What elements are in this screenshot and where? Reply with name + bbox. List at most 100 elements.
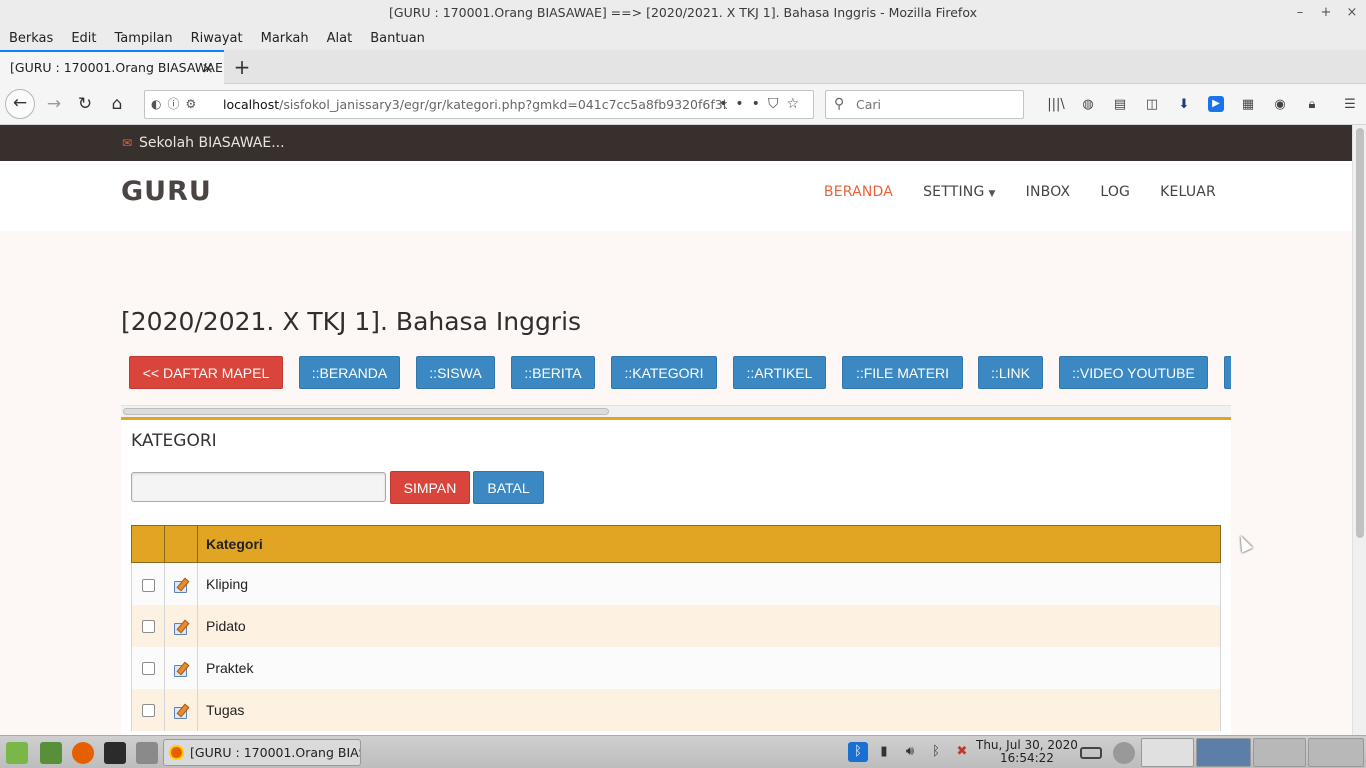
nav-log[interactable]: LOG <box>1100 184 1130 200</box>
edit-icon[interactable] <box>173 578 189 593</box>
berita-button[interactable]: ::BERITA <box>511 356 595 389</box>
account-icon[interactable]: ◉ <box>1264 97 1296 112</box>
video-youtube-button[interactable]: ::VIDEO YOUTUBE <box>1059 356 1208 389</box>
site-logo[interactable]: GURU <box>121 176 212 207</box>
kategori-table: Kategori Kliping Pidato Praktek Tugas <box>131 525 1221 731</box>
nav-setting[interactable]: SETTING ▼ <box>923 184 996 200</box>
menu-bantuan[interactable]: Bantuan <box>370 31 425 46</box>
url-bar[interactable]: ◐ⓘ⚙ localhost/sisfokol_janissary3/egr/gr… <box>144 90 814 119</box>
page-content: [2020/2021. X TKJ 1]. Bahasa Inggris << … <box>0 231 1352 735</box>
tab-close-icon[interactable]: × <box>201 52 214 84</box>
pocket-icon[interactable]: ⛉ <box>768 96 787 112</box>
close-icon[interactable]: × <box>1346 0 1358 26</box>
kategori-panel: KATEGORI SIMPAN BATAL Kategori Kliping P… <box>121 417 1231 735</box>
zoom-icon[interactable]: ▶ <box>1208 96 1224 112</box>
table-row: Kliping <box>131 562 1221 605</box>
menu-berkas[interactable]: Berkas <box>9 31 53 46</box>
globe-icon[interactable]: ◍ <box>1072 97 1104 112</box>
url-actions: •••⛉☆ <box>719 91 807 118</box>
reader-icon[interactable]: ▤ <box>1104 97 1136 112</box>
lock-icon[interactable]: 🔒︎ <box>1296 97 1328 112</box>
beranda-button[interactable]: ::BERANDA <box>299 356 400 389</box>
workspace-4[interactable] <box>1308 738 1364 767</box>
clock[interactable]: Thu, Jul 30, 2020 16:54:22 <box>976 739 1078 765</box>
vertical-scrollbar[interactable] <box>1352 125 1366 735</box>
maximize-icon[interactable]: + <box>1320 0 1332 26</box>
main-nav: BERANDA SETTING ▼ INBOX LOG KELUAR <box>794 161 1216 223</box>
network-icon[interactable]: ▮ <box>874 742 894 762</box>
user-icon[interactable] <box>1113 742 1135 764</box>
menu-markah[interactable]: Markah <box>261 31 309 46</box>
volume-icon[interactable]: 🔊︎ <box>900 742 920 762</box>
file-materi-button[interactable]: ::FILE MATERI <box>842 356 963 389</box>
simpan-button[interactable]: SIMPAN <box>390 471 470 504</box>
minimize-icon[interactable]: – <box>1294 0 1306 26</box>
search-bar[interactable]: ⚲ <box>825 90 1024 119</box>
row-checkbox[interactable] <box>141 620 155 634</box>
more-module-button[interactable] <box>1224 356 1231 389</box>
bookmark-star-icon[interactable]: ☆ <box>786 96 807 112</box>
site-info-icon[interactable]: ◐ⓘ⚙ <box>151 91 202 118</box>
row-checkbox[interactable] <box>141 662 155 676</box>
daftar-mapel-button[interactable]: << DAFTAR MAPEL <box>129 356 283 389</box>
sidebar-icon[interactable]: ◫ <box>1136 97 1168 112</box>
row-edit-cell <box>164 646 198 689</box>
terminal-icon[interactable] <box>104 742 126 764</box>
menu-alat[interactable]: Alat <box>327 31 353 46</box>
taskbar-firefox-task[interactable]: [GURU : 170001.Orang BIAS... <box>163 739 361 766</box>
url-text[interactable]: localhost/sisfokol_janissary3/egr/gr/kat… <box>223 91 727 118</box>
menu-edit[interactable]: Edit <box>71 31 96 46</box>
show-desktop-icon[interactable] <box>40 742 62 764</box>
site-header: GURU BERANDA SETTING ▼ INBOX LOG KELUAR <box>0 161 1352 231</box>
horizontal-scroll-thumb[interactable] <box>123 408 609 415</box>
nav-beranda[interactable]: BERANDA <box>824 184 893 200</box>
edit-icon[interactable] <box>173 662 189 677</box>
kategori-button[interactable]: ::KATEGORI <box>611 356 717 389</box>
home-icon[interactable]: ⌂ <box>103 90 131 118</box>
artikel-button[interactable]: ::ARTIKEL <box>733 356 826 389</box>
files-launcher-icon[interactable] <box>136 742 158 764</box>
workspace-3[interactable] <box>1253 738 1306 767</box>
reload-icon[interactable]: ↻ <box>71 90 99 118</box>
workspace-2[interactable] <box>1196 738 1251 767</box>
search-input[interactable] <box>856 95 1016 114</box>
top-strip: ✉ Sekolah BIASAWAE... <box>0 125 1352 161</box>
menu-tampilan[interactable]: Tampilan <box>115 31 173 46</box>
row-checkbox[interactable] <box>141 578 155 592</box>
horizontal-scrollbar[interactable] <box>121 405 1231 417</box>
envelope-icon: ✉ <box>122 136 133 150</box>
tab-active[interactable]: [GURU : 170001.Orang BIASAWAE × <box>0 50 224 84</box>
hamburger-menu-icon[interactable]: ☰ <box>1334 97 1366 112</box>
edit-icon[interactable] <box>173 620 189 635</box>
edit-icon[interactable] <box>173 704 189 719</box>
siswa-button[interactable]: ::SISWA <box>416 356 495 389</box>
bluetooth-status-icon[interactable]: ᛒ <box>926 742 946 762</box>
page-actions-icon[interactable]: ••• <box>719 96 768 112</box>
link-button[interactable]: ::LINK <box>978 356 1043 389</box>
toolbar-icons: |||\ ◍ ▤ ◫ ⬇ ▶ ▦ ◉ 🔒︎ ☰ <box>1040 90 1366 118</box>
qr-icon[interactable]: ▦ <box>1232 97 1264 112</box>
nav-keluar[interactable]: KELUAR <box>1160 184 1216 200</box>
mint-menu-icon[interactable] <box>6 742 28 764</box>
update-shield-icon[interactable]: ✖ <box>952 742 972 762</box>
nav-inbox[interactable]: INBOX <box>1026 184 1071 200</box>
firefox-launcher-icon[interactable] <box>72 742 94 764</box>
nav-bar: ← → ↻ ⌂ ◐ⓘ⚙ localhost/sisfokol_janissary… <box>0 84 1366 125</box>
workspace-1[interactable] <box>1141 738 1194 767</box>
menu-riwayat[interactable]: Riwayat <box>191 31 243 46</box>
vertical-scroll-thumb[interactable] <box>1356 128 1364 538</box>
menu-bar: Berkas Edit Tampilan Riwayat Markah Alat… <box>0 26 1366 50</box>
forward-icon[interactable]: → <box>40 90 68 118</box>
library-icon[interactable]: |||\ <box>1040 97 1072 112</box>
batal-button[interactable]: BATAL <box>473 471 544 504</box>
battery-icon[interactable] <box>1080 747 1102 759</box>
back-icon[interactable]: ← <box>5 89 35 119</box>
bluetooth-icon[interactable]: ᛒ <box>848 742 868 762</box>
kategori-input[interactable] <box>131 472 386 502</box>
panel-title: KATEGORI <box>131 431 217 451</box>
row-checkbox-cell <box>131 646 165 689</box>
new-tab-icon[interactable]: + <box>232 53 252 81</box>
download-icon[interactable]: ⬇ <box>1168 97 1200 112</box>
row-checkbox[interactable] <box>141 704 155 718</box>
row-edit-cell <box>164 562 198 605</box>
